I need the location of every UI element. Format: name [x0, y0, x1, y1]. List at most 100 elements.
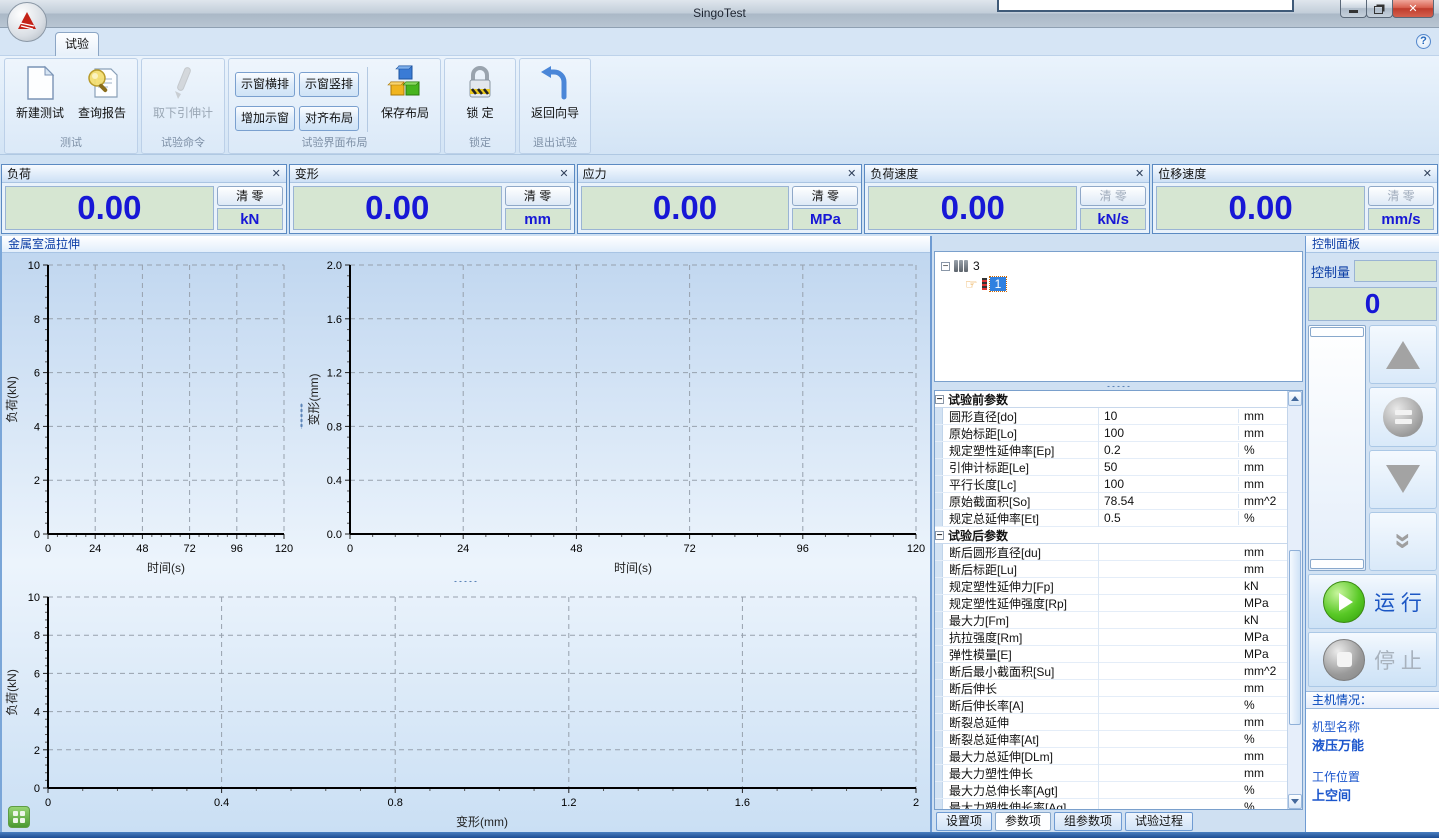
param-row[interactable]: 最大力塑性伸长mm — [935, 765, 1287, 782]
speed-slider[interactable] — [1308, 325, 1366, 571]
collapse-icon[interactable]: − — [935, 395, 944, 404]
param-unit: mm^2 — [1239, 494, 1287, 508]
svg-text:0.4: 0.4 — [214, 797, 229, 809]
collapse-icon[interactable]: − — [941, 262, 950, 271]
clear-button[interactable]: 清 零 — [505, 186, 571, 206]
jog-pause-button[interactable] — [1369, 387, 1437, 446]
param-row[interactable]: 断后最小截面积[Su]mm^2 — [935, 663, 1287, 680]
jog-fast-down-button[interactable]: » — [1369, 512, 1437, 571]
param-row[interactable]: 断后伸长mm — [935, 680, 1287, 697]
param-unit: % — [1239, 698, 1287, 712]
param-row[interactable]: 平行长度[Lc]100mm — [935, 476, 1287, 493]
slider-thumb-bottom[interactable] — [1310, 559, 1364, 569]
param-row[interactable]: 最大力塑性伸长率[Ag]% — [935, 799, 1287, 809]
param-value[interactable]: 50 — [1099, 460, 1239, 474]
gauge-close-icon[interactable]: ✕ — [847, 167, 856, 180]
new-test-label: 新建测试 — [16, 104, 64, 121]
param-row[interactable]: 断裂总延伸mm — [935, 714, 1287, 731]
save-layout-label: 保存布局 — [381, 104, 429, 121]
param-value[interactable]: 100 — [1099, 426, 1239, 440]
layout-button-1[interactable]: 示窗竖排 — [299, 72, 359, 97]
layout-button-3[interactable]: 对齐布局 — [299, 106, 359, 131]
param-row[interactable]: 规定塑性延伸率[Ep]0.2% — [935, 442, 1287, 459]
app-logo-icon[interactable] — [7, 2, 47, 42]
extensometer-icon — [165, 64, 201, 102]
svg-text:0.8: 0.8 — [388, 797, 403, 809]
param-row[interactable]: 最大力总伸长率[Agt]% — [935, 782, 1287, 799]
jog-down-button[interactable] — [1369, 450, 1437, 509]
gauge-close-icon[interactable]: ✕ — [272, 167, 281, 180]
svg-text:10: 10 — [28, 260, 40, 272]
param-row[interactable]: 断后标距[Lu]mm — [935, 561, 1287, 578]
param-unit: mm — [1239, 426, 1287, 440]
param-row[interactable]: 断后圆形直径[du]mm — [935, 544, 1287, 561]
stop-button[interactable]: 停 止 — [1308, 632, 1437, 687]
scroll-down-arrow[interactable] — [1288, 794, 1302, 809]
save-layout-button[interactable]: 保存布局 — [374, 61, 436, 121]
row-strip — [935, 697, 943, 713]
param-row[interactable]: 规定总延伸率[Et]0.5% — [935, 510, 1287, 527]
param-row[interactable]: 原始标距[Lo]100mm — [935, 425, 1287, 442]
tab-test[interactable]: 试验 — [55, 32, 99, 56]
run-button[interactable]: 运 行 — [1308, 574, 1437, 629]
tree-child-node[interactable]: ☞ 1 — [965, 275, 1296, 293]
slider-thumb-top[interactable] — [1310, 327, 1364, 337]
parameter-table: −试验前参数圆形直径[do]10mm原始标距[Lo]100mm规定塑性延伸率[E… — [934, 390, 1303, 810]
param-row[interactable]: 断裂总延伸率[At]% — [935, 731, 1287, 748]
tree-root-node[interactable]: − 3 — [941, 257, 1296, 275]
layout-button-2[interactable]: 增加示窗 — [235, 106, 295, 131]
gauge-value: 0.00 — [581, 186, 790, 230]
gauge-close-icon[interactable]: ✕ — [1135, 167, 1144, 180]
param-value[interactable]: 78.54 — [1099, 494, 1239, 508]
lock-button[interactable]: 锁 定 — [449, 61, 511, 121]
jog-up-button[interactable] — [1369, 325, 1437, 384]
new-test-button[interactable]: 新建测试 — [9, 61, 71, 121]
param-row[interactable]: 抗拉强度[Rm]MPa — [935, 629, 1287, 646]
tab-参数项[interactable]: 参数项 — [995, 812, 1051, 831]
tab-组参数项[interactable]: 组参数项 — [1054, 812, 1122, 831]
param-row[interactable]: 弹性模量[E]MPa — [935, 646, 1287, 663]
param-row[interactable]: 断后伸长率[A]% — [935, 697, 1287, 714]
scroll-up-arrow[interactable] — [1288, 391, 1302, 406]
row-strip — [935, 714, 943, 730]
param-group-label: 试验前参数 — [948, 391, 1008, 408]
gauge-close-icon[interactable]: ✕ — [559, 167, 568, 180]
clear-button[interactable]: 清 零 — [792, 186, 858, 206]
layout-button-0[interactable]: 示窗横排 — [235, 72, 295, 97]
collapse-icon[interactable]: − — [935, 531, 944, 540]
param-row[interactable]: 圆形直径[do]10mm — [935, 408, 1287, 425]
param-row[interactable]: 规定塑性延伸强度[Rp]MPa — [935, 595, 1287, 612]
query-report-button[interactable]: 查询报告 — [71, 61, 133, 121]
tab-试验过程[interactable]: 试验过程 — [1125, 812, 1193, 831]
table-scrollbar[interactable] — [1287, 391, 1302, 809]
param-row[interactable]: 原始截面积[So]78.54mm^2 — [935, 493, 1287, 510]
titlebar-overlay-box — [997, 0, 1294, 12]
param-value[interactable]: 0.5 — [1099, 511, 1239, 525]
minimize-button[interactable] — [1340, 0, 1367, 18]
help-icon[interactable]: ? — [1416, 34, 1431, 49]
param-value[interactable]: 10 — [1099, 409, 1239, 423]
close-button[interactable]: ✕ — [1392, 0, 1434, 18]
control-amount-input[interactable] — [1354, 260, 1437, 282]
tab-设置项[interactable]: 设置项 — [936, 812, 992, 831]
gauge-close-icon[interactable]: ✕ — [1423, 167, 1432, 180]
scrollbar-thumb[interactable] — [1289, 550, 1301, 726]
param-value[interactable]: 0.2 — [1099, 443, 1239, 457]
window-layout-icon[interactable] — [8, 806, 30, 828]
param-value[interactable]: 100 — [1099, 477, 1239, 491]
param-row[interactable]: 最大力[Fm]kN — [935, 612, 1287, 629]
param-group-header[interactable]: −试验后参数 — [935, 527, 1287, 544]
svg-text:变形(mm): 变形(mm) — [456, 814, 508, 829]
param-unit: MPa — [1239, 596, 1287, 610]
gauge-panel: 负荷✕0.00清 零kN — [1, 164, 287, 234]
return-wizard-button[interactable]: 返回向导 — [524, 61, 586, 121]
restore-button[interactable] — [1366, 0, 1393, 18]
horizontal-splitter[interactable] — [2, 578, 930, 585]
param-row[interactable]: 最大力总延伸[DLm]mm — [935, 748, 1287, 765]
return-arrow-icon — [537, 64, 573, 102]
param-row[interactable]: 引伸计标距[Le]50mm — [935, 459, 1287, 476]
param-row[interactable]: 规定塑性延伸力[Fp]kN — [935, 578, 1287, 595]
tree-table-splitter[interactable] — [934, 382, 1303, 390]
param-group-header[interactable]: −试验前参数 — [935, 391, 1287, 408]
clear-button[interactable]: 清 零 — [217, 186, 283, 206]
